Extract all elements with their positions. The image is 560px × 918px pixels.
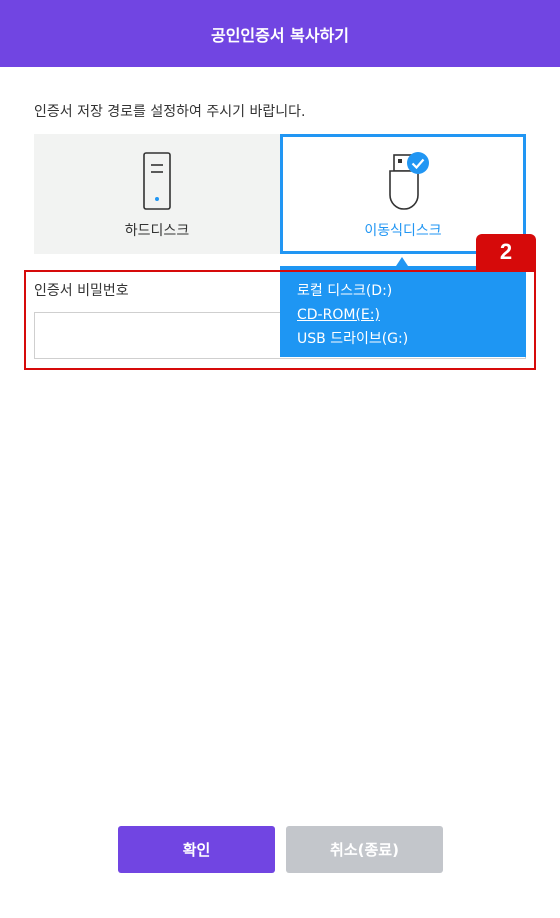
storage-option-label: 하드디스크 [124,223,190,239]
header-bar: 공인인증서 복사하기 [0,0,560,67]
cancel-button[interactable]: 취소(종료) [286,826,443,873]
hard-disk-icon [143,152,171,210]
instruction-text: 인증서 저장 경로를 설정하여 주시기 바랍니다. [34,104,306,120]
page-title: 공인인증서 복사하기 [210,25,350,45]
checkmark-icon [407,152,429,174]
step-number-badge: 2 [476,234,536,270]
storage-option-hard-disk[interactable]: 하드디스크 [34,134,280,254]
confirm-button[interactable]: 확인 [118,826,275,873]
dropdown-caret [396,257,408,266]
step-highlight-box [24,270,536,370]
